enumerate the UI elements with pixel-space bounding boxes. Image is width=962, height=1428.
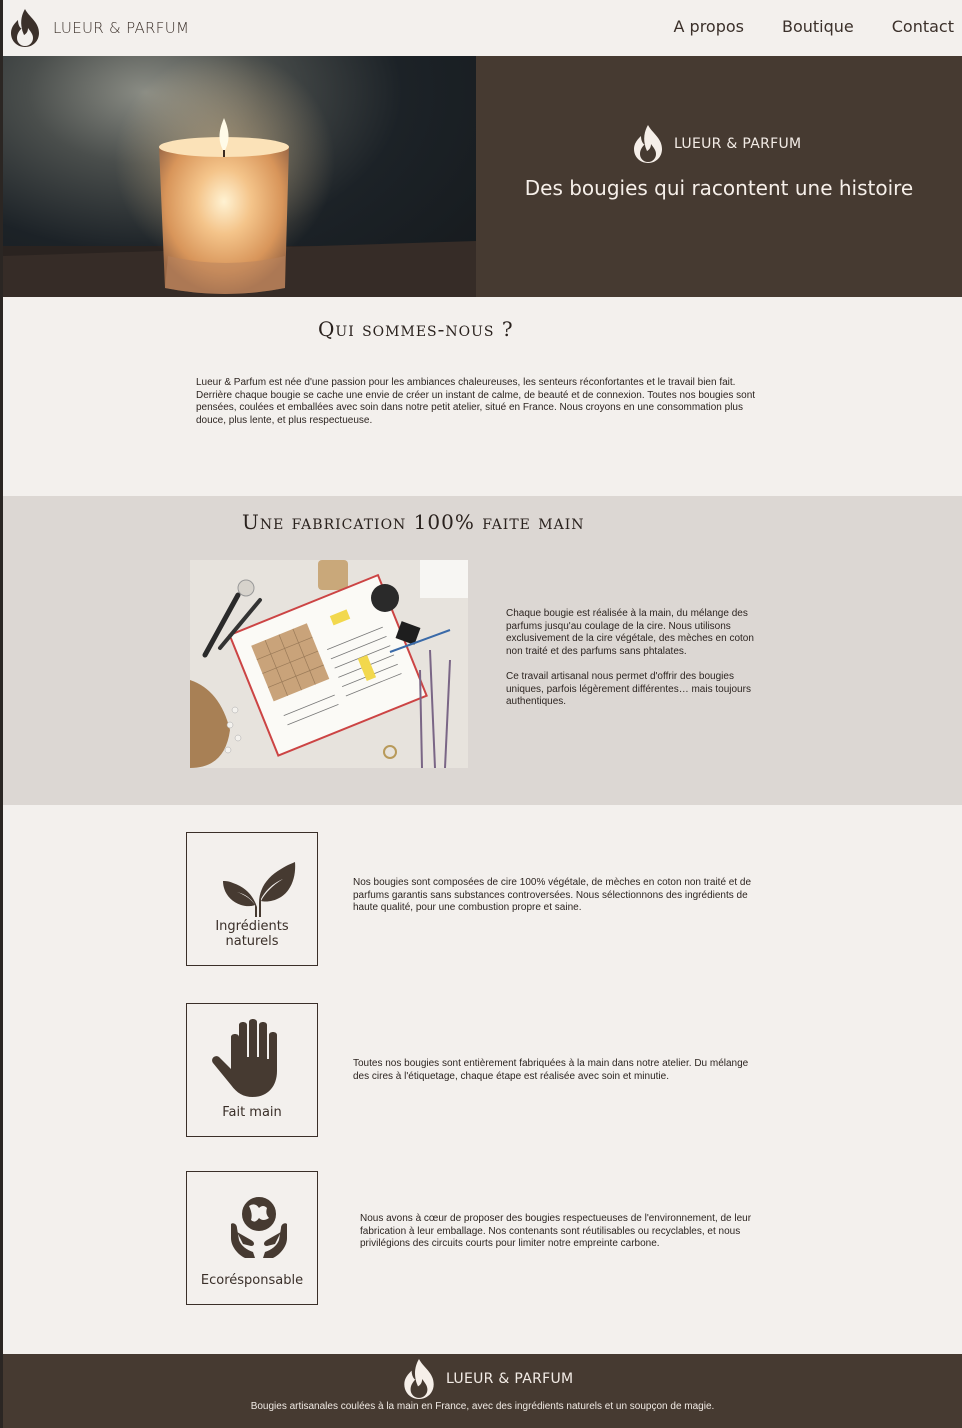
feature-text-ingredients: Nos bougies sont composées de cire 100% … [353,877,752,914]
hero-tagline: Des bougies qui racontent une histoire [524,176,914,200]
brand-name: LUEUR & PARFUM [53,19,190,37]
hand-icon [212,1019,277,1097]
plant-sprout-icon [223,862,296,917]
flame-icon [11,9,39,47]
fabrication-paragraph-2: Ce travail artisanal nous permet d'offri… [506,670,751,708]
hero-panel: LUEUR & PARFUM Des bougies qui racontent… [476,56,962,297]
fabrication-image [190,560,468,768]
fabrication-text: Chaque bougie est réalisée à la main, du… [506,608,762,709]
main-nav: A propos Boutique Contact [674,17,955,36]
nav-link-contact[interactable]: Contact [892,17,954,36]
fabrication-title: Une fabrication 100% faite main [242,510,585,534]
flame-icon [404,1359,434,1399]
hero-brand: LUEUR & PARFUM [630,124,801,164]
about-text: Lueur & Parfum est née d'une passion pou… [196,377,756,426]
feature-card-ecoresponsible: Ecorésponsable [186,1171,318,1305]
feature-card-ingredients: Ingrédients naturels [186,832,318,966]
hero-candle-image [3,56,476,297]
site-header: LUEUR & PARFUM A propos Boutique Contact [3,0,962,56]
feature-card-handmade: Fait main [186,1003,318,1137]
footer-text: Bougies artisanales coulées à la main en… [250,1401,715,1412]
fabrication-section: Une fabrication 100% faite main Chaque b… [3,496,962,805]
workshop-illustration [190,560,468,768]
page: LUEUR & PARFUM A propos Boutique Contact [3,0,962,1428]
candle-illustration [3,56,476,297]
hero-brand-name: LUEUR & PARFUM [674,136,802,152]
footer-brand: LUEUR & PARFUM [400,1358,573,1400]
nav-link-a-propos[interactable]: A propos [674,17,744,36]
feature-text-ecoresponsible: Nous avons à cœur de proposer des bougie… [360,1213,752,1250]
footer-brand-name: LUEUR & PARFUM [446,1371,574,1387]
flame-icon [634,125,662,163]
header-logo[interactable]: LUEUR & PARFUM [7,8,189,48]
site-footer: LUEUR & PARFUM Bougies artisanales coulé… [3,1354,962,1428]
about-title: Qui sommes-nous ? [318,317,514,341]
feature-text-handmade: Toutes nos bougies sont entièrement fabr… [353,1058,749,1082]
feature-label-handmade: Fait main [222,1105,282,1120]
hands-globe-icon [231,1197,287,1258]
feature-label-ingredients: Ingrédients naturels [215,919,289,949]
feature-label-ecoresponsible: Ecorésponsable [200,1273,304,1288]
nav-link-boutique[interactable]: Boutique [782,17,854,36]
fabrication-paragraph-1: Chaque bougie est réalisée à la main, du… [506,608,754,657]
hero-section: LUEUR & PARFUM Des bougies qui racontent… [3,56,962,297]
